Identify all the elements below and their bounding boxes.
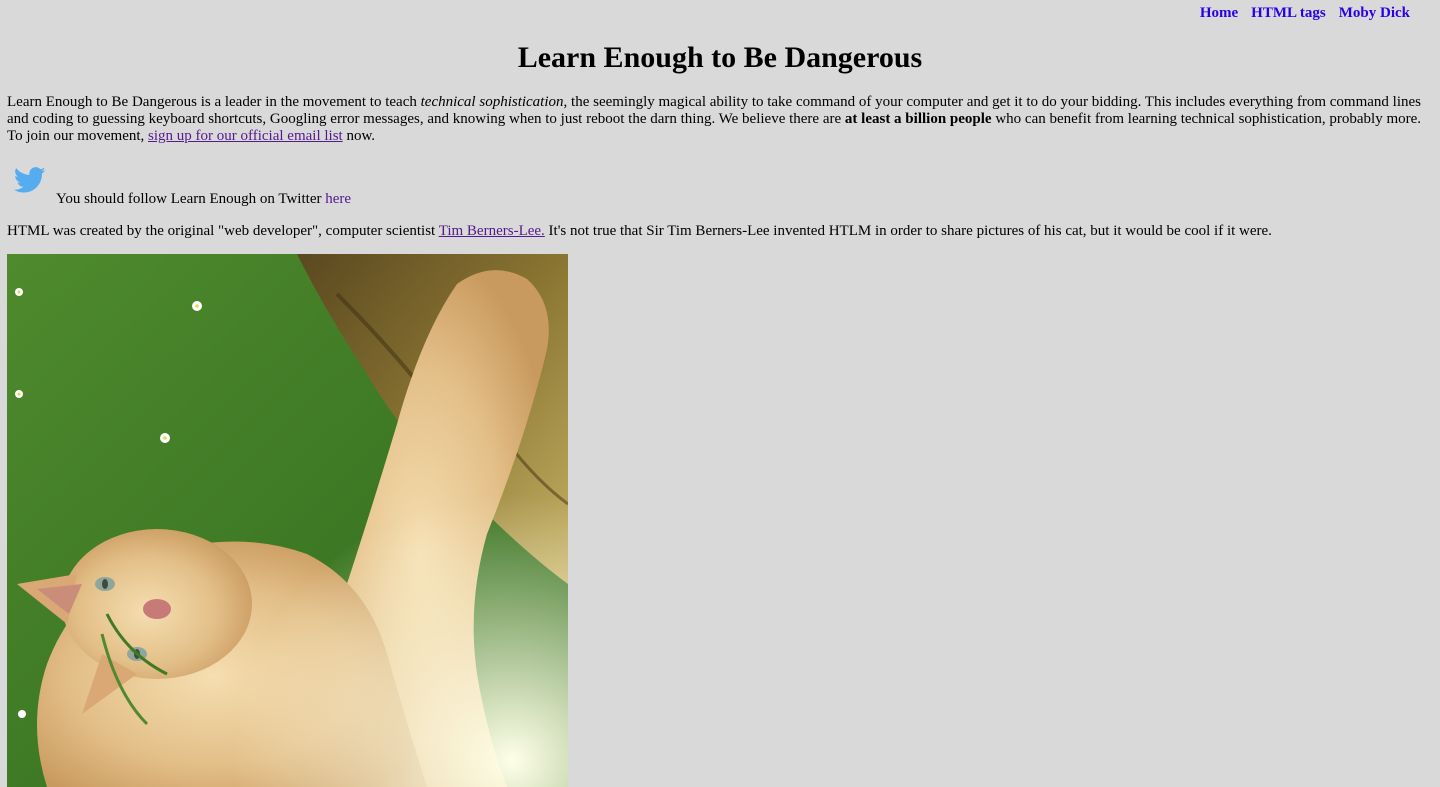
cat-image <box>7 254 568 787</box>
intro-strong: at least a billion people <box>844 111 992 127</box>
nav-moby-dick-link[interactable]: Moby Dick <box>1339 5 1410 22</box>
top-nav: Home HTML tags Moby Dick <box>1200 5 1410 22</box>
twitter-follow-label: You should follow Learn Enough on Twitte… <box>56 191 326 207</box>
intro-emphasis: technical sophistication <box>420 94 564 110</box>
email-signup-link[interactable]: sign up for our official email list <box>148 128 343 144</box>
intro-text-1: Learn Enough to Be Dangerous is a leader… <box>7 94 421 110</box>
tbl-text-2: It's not true that Sir Tim Berners-Lee i… <box>544 223 1272 239</box>
page-title: Learn Enough to Be Dangerous <box>517 41 923 74</box>
tim-berners-lee-link[interactable]: Tim Berners-Lee. <box>439 223 545 239</box>
twitter-follow-text: You should follow Learn Enough on Twitte… <box>56 191 351 208</box>
twitter-bird-icon[interactable] <box>13 164 47 196</box>
twitter-here-link[interactable]: here <box>325 191 351 207</box>
tbl-paragraph: HTML was created by the original "web de… <box>7 223 1272 240</box>
intro-text-4: now. <box>342 128 376 144</box>
nav-home-link[interactable]: Home <box>1200 5 1238 22</box>
tbl-text-1: HTML was created by the original "web de… <box>7 223 439 239</box>
nav-html-tags-link[interactable]: HTML tags <box>1251 5 1326 22</box>
intro-paragraph: Learn Enough to Be Dangerous is a leader… <box>7 94 1434 145</box>
